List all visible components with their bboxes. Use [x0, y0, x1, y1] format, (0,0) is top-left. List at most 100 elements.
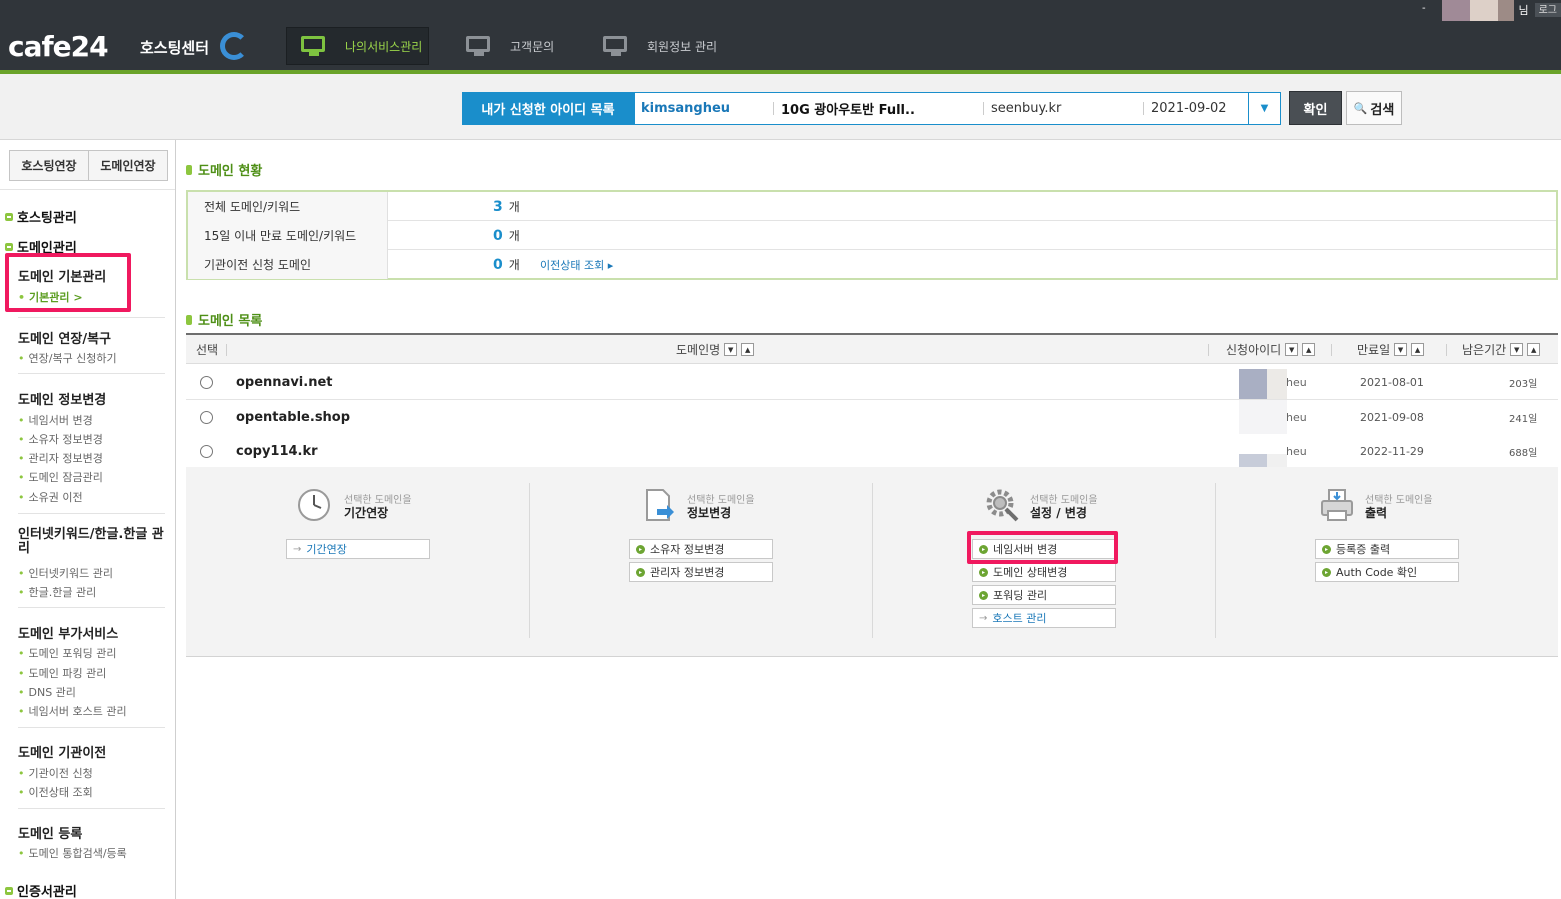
action-title: 정보변경	[687, 506, 732, 520]
tab-domain-renewal[interactable]: 도메인연장	[88, 150, 168, 181]
action-title: 기간연장	[344, 506, 389, 520]
bullet-icon	[5, 242, 13, 251]
user-honorific: 님	[1518, 4, 1529, 17]
col-label: 도메인명	[676, 343, 721, 357]
chevron-down-icon[interactable]: ▼	[1248, 93, 1280, 124]
transfer-status-link[interactable]: 이전상태 조회 ▸	[540, 250, 613, 279]
sidebar-group-addon[interactable]: 도메인 부가서비스	[18, 623, 118, 642]
status-count[interactable]: 0	[493, 228, 503, 244]
sidebar-item-transfer-request[interactable]: 기관이전 신청	[18, 765, 93, 781]
action-column-info: 선택한 도메인을 정보변경 ▸ 소유자 정보변경 ▸ 관리자 정보변경	[529, 467, 872, 657]
status-count[interactable]: 3	[493, 199, 503, 215]
row-radio[interactable]	[200, 445, 213, 458]
sidebar-item-domain-search[interactable]: 도메인 통합검색/등록	[18, 845, 127, 861]
sidebar-group-renewal[interactable]: 도메인 연장/복구	[18, 328, 111, 347]
auth-code-button[interactable]: ▸ Auth Code 확인	[1315, 562, 1459, 582]
page: cafe24 호스팅센터 나의서비스관리 고객문의 회원정보 관리 - 님 로그…	[0, 0, 1561, 899]
sidebar-item-admin-info[interactable]: 관리자 정보변경	[18, 450, 103, 466]
bullet-icon	[5, 212, 13, 221]
arrow-right-icon: →	[293, 543, 302, 555]
sidebar-item-renewal-request[interactable]: 연장/복구 신청하기	[18, 350, 117, 366]
user-area: 님 로그	[1442, 0, 1561, 21]
status-unit: 개	[508, 229, 520, 243]
logout-button[interactable]: 로그	[1534, 3, 1561, 17]
nav-member-info[interactable]: 회원정보 관리	[603, 27, 717, 65]
expire-date: 2022-11-29	[1360, 445, 1424, 458]
arrow-circle-icon: ▸	[1322, 544, 1331, 554]
arrow-right-icon: →	[979, 612, 988, 624]
divider	[18, 317, 165, 318]
highlight-box	[967, 531, 1118, 564]
expire-date: 2021-09-08	[1360, 411, 1424, 424]
id-select-dropdown[interactable]: kimsangheu 10G 광아우토반 Full.. seenbuy.kr 2…	[634, 92, 1281, 125]
renew-period-button[interactable]: → 기간연장	[286, 539, 430, 559]
redacted-id	[1239, 369, 1287, 399]
tab-hosting-renewal[interactable]: 호스팅연장	[9, 150, 89, 181]
sidebar-group-keyword[interactable]: 인터넷키워드/한글.한글 관리	[18, 528, 168, 556]
registration-print-button[interactable]: ▸ 등록증 출력	[1315, 539, 1459, 559]
host-management-button[interactable]: → 호스트 관리	[972, 608, 1116, 628]
arrow-circle-icon: ▸	[1322, 567, 1331, 577]
status-label: 기관이전 신청 도메인	[188, 250, 388, 279]
domain-name: opentable.shop	[236, 410, 351, 425]
sort-asc-icon[interactable]: ▲	[1411, 343, 1425, 356]
sort-desc-icon[interactable]: ▼	[1510, 343, 1524, 356]
search-button-label: 검색	[1370, 102, 1395, 118]
divider	[18, 607, 165, 608]
sidebar-category-certificate[interactable]: 인증서관리	[5, 881, 77, 899]
nav-my-service[interactable]: 나의서비스관리	[286, 27, 429, 65]
sidebar-group-transfer[interactable]: 도메인 기관이전	[18, 742, 106, 761]
bullet-icon	[186, 314, 192, 325]
sort-desc-icon[interactable]: ▼	[1394, 343, 1408, 356]
domain-status-change-button[interactable]: ▸ 도메인 상태변경	[972, 562, 1116, 582]
col-domain-name: 도메인명 ▼ ▲	[676, 335, 755, 364]
support-icon	[466, 34, 496, 58]
sidebar-item-keyword[interactable]: 인터넷키워드 관리	[18, 565, 113, 581]
expire-date: 2021-08-01	[1360, 376, 1424, 389]
sidebar-item-parking[interactable]: 도메인 파킹 관리	[18, 665, 107, 681]
cafe24-logo[interactable]: cafe24	[8, 30, 109, 63]
search-button[interactable]: 🔍 검색	[1346, 91, 1402, 125]
sidebar-item-ns-host[interactable]: 네임서버 호스트 관리	[18, 703, 127, 719]
owner-info-change-button[interactable]: ▸ 소유자 정보변경	[629, 539, 773, 559]
sidebar-item-ownership-transfer[interactable]: 소유권 이전	[18, 489, 83, 505]
forwarding-button[interactable]: ▸ 포워딩 관리	[972, 585, 1116, 605]
nav-support[interactable]: 고객문의	[466, 27, 554, 65]
redacted-id	[1239, 400, 1287, 434]
selected-product: 10G 광아우토반 Full..	[781, 103, 915, 118]
table-row[interactable]: copy114.kr heu 2022-11-29 688일	[186, 434, 1558, 469]
sidebar-item-forwarding[interactable]: 도메인 포워딩 관리	[18, 645, 117, 661]
button-label: Auth Code 확인	[1336, 566, 1418, 579]
sort-asc-icon[interactable]: ▲	[1527, 343, 1541, 356]
bullet-icon	[5, 886, 13, 895]
row-radio[interactable]	[200, 376, 213, 389]
separator	[773, 102, 774, 115]
status-count[interactable]: 0	[493, 257, 503, 273]
sidebar-item-domain-lock[interactable]: 도메인 잠금관리	[18, 469, 103, 485]
confirm-button[interactable]: 확인	[1289, 91, 1342, 125]
admin-info-change-button[interactable]: ▸ 관리자 정보변경	[629, 562, 773, 582]
member-icon	[603, 34, 633, 58]
redacted-username	[1442, 0, 1471, 21]
sort-desc-icon[interactable]: ▼	[724, 343, 738, 356]
sidebar-item-nameserver[interactable]: 네임서버 변경	[18, 412, 93, 428]
status-unit: 개	[508, 258, 520, 272]
sort-desc-icon[interactable]: ▼	[1285, 343, 1299, 356]
sidebar-item-owner-info[interactable]: 소유자 정보변경	[18, 431, 103, 447]
table-row[interactable]: opennavi.net heu 2021-08-01 203일	[186, 365, 1558, 400]
sort-asc-icon[interactable]: ▲	[1302, 343, 1316, 356]
sidebar-item-korean-domain[interactable]: 한글.한글 관리	[18, 584, 97, 600]
sidebar-group-register[interactable]: 도메인 등록	[18, 823, 82, 842]
status-value: 3개	[493, 192, 520, 221]
nav-support-label: 고객문의	[510, 39, 555, 54]
nav-my-service-label: 나의서비스관리	[345, 39, 423, 54]
sort-asc-icon[interactable]: ▲	[741, 343, 755, 356]
button-label: 관리자 정보변경	[650, 566, 725, 579]
row-radio[interactable]	[200, 411, 213, 424]
sidebar-category-hosting[interactable]: 호스팅관리	[5, 207, 77, 226]
sidebar-item-dns[interactable]: DNS 관리	[18, 684, 76, 700]
sidebar-group-info-change[interactable]: 도메인 정보변경	[18, 389, 106, 408]
sidebar-item-transfer-status[interactable]: 이전상태 조회	[18, 784, 93, 800]
domain-status-table: 전체 도메인/키워드 3개 15일 이내 만료 도메인/키워드 0개 기관이전 …	[186, 190, 1558, 280]
table-row[interactable]: opentable.shop heu 2021-09-08 241일	[186, 400, 1558, 435]
